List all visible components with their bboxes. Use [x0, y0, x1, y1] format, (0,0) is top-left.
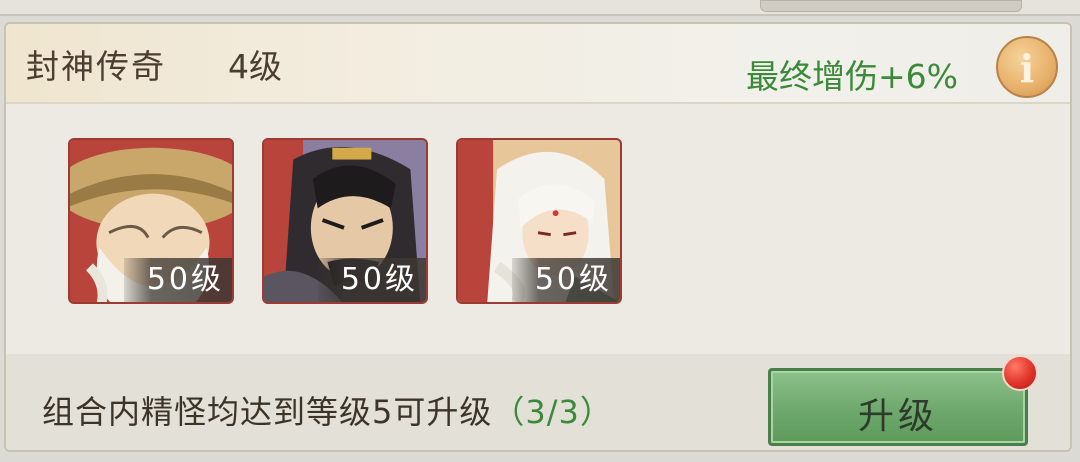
upgrade-button[interactable]: 升级	[768, 368, 1028, 446]
hero-level-badge: 50级	[124, 258, 232, 302]
hero-level-badge: 50级	[318, 258, 426, 302]
requirement-progress: （3/3）	[492, 393, 613, 431]
info-button[interactable]: i	[996, 36, 1058, 98]
hero-portrait-1[interactable]: 50级	[68, 138, 234, 304]
hero-portrait-2[interactable]: 50级	[262, 138, 428, 304]
upgrade-button-label: 升级	[857, 396, 938, 437]
combo-header: 封神传奇 4级 最终增伤+6% i	[6, 24, 1070, 104]
combo-bonus: 最终增伤+6%	[745, 57, 958, 96]
upgrade-requirement: 组合内精怪均达到等级5可升级（3/3）	[42, 387, 613, 433]
combo-card: 封神传奇 4级 最终增伤+6% i 50级 50级 50级 组合内精怪均达到等级…	[4, 22, 1072, 452]
combo-title: 封神传奇	[26, 47, 166, 86]
requirement-text: 组合内精怪均达到等级5可升级	[42, 393, 493, 431]
hero-portrait-3[interactable]: 50级	[456, 138, 622, 304]
combo-level: 4级	[228, 47, 282, 86]
previous-card-edge	[0, 0, 1080, 16]
notification-dot-icon	[1002, 355, 1038, 391]
upgrade-footer: 组合内精怪均达到等级5可升级（3/3） 升级	[6, 354, 1070, 450]
previous-card-tab	[760, 0, 1022, 12]
info-icon: i	[1019, 46, 1035, 91]
hero-level-badge: 50级	[512, 258, 620, 302]
